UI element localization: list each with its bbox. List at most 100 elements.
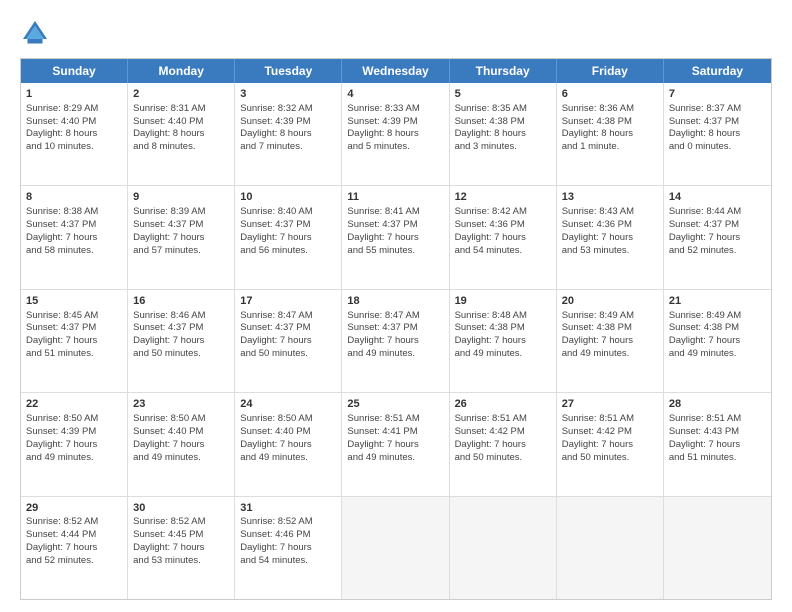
day-number: 30 — [133, 501, 229, 516]
week-row-2: 8Sunrise: 8:38 AM Sunset: 4:37 PM Daylig… — [21, 185, 771, 288]
day-info: Sunrise: 8:52 AM Sunset: 4:46 PM Dayligh… — [240, 516, 312, 565]
day-cell-31: 31Sunrise: 8:52 AM Sunset: 4:46 PM Dayli… — [235, 497, 342, 599]
day-number: 2 — [133, 87, 229, 102]
day-number: 26 — [455, 397, 551, 412]
day-cell-12: 12Sunrise: 8:42 AM Sunset: 4:36 PM Dayli… — [450, 186, 557, 288]
day-info: Sunrise: 8:49 AM Sunset: 4:38 PM Dayligh… — [669, 310, 741, 359]
day-number: 28 — [669, 397, 766, 412]
day-info: Sunrise: 8:40 AM Sunset: 4:37 PM Dayligh… — [240, 206, 312, 255]
day-info: Sunrise: 8:51 AM Sunset: 4:41 PM Dayligh… — [347, 413, 419, 462]
week-row-4: 22Sunrise: 8:50 AM Sunset: 4:39 PM Dayli… — [21, 392, 771, 495]
day-info: Sunrise: 8:31 AM Sunset: 4:40 PM Dayligh… — [133, 103, 205, 152]
day-number: 15 — [26, 294, 122, 309]
day-cell-8: 8Sunrise: 8:38 AM Sunset: 4:37 PM Daylig… — [21, 186, 128, 288]
day-header-sunday: Sunday — [21, 59, 128, 83]
day-cell-3: 3Sunrise: 8:32 AM Sunset: 4:39 PM Daylig… — [235, 83, 342, 185]
day-number: 20 — [562, 294, 658, 309]
day-cell-20: 20Sunrise: 8:49 AM Sunset: 4:38 PM Dayli… — [557, 290, 664, 392]
day-info: Sunrise: 8:37 AM Sunset: 4:37 PM Dayligh… — [669, 103, 741, 152]
day-info: Sunrise: 8:52 AM Sunset: 4:44 PM Dayligh… — [26, 516, 98, 565]
empty-cell — [450, 497, 557, 599]
day-cell-28: 28Sunrise: 8:51 AM Sunset: 4:43 PM Dayli… — [664, 393, 771, 495]
day-cell-10: 10Sunrise: 8:40 AM Sunset: 4:37 PM Dayli… — [235, 186, 342, 288]
day-header-tuesday: Tuesday — [235, 59, 342, 83]
day-number: 14 — [669, 190, 766, 205]
day-number: 24 — [240, 397, 336, 412]
day-number: 7 — [669, 87, 766, 102]
day-number: 31 — [240, 501, 336, 516]
day-cell-16: 16Sunrise: 8:46 AM Sunset: 4:37 PM Dayli… — [128, 290, 235, 392]
day-info: Sunrise: 8:50 AM Sunset: 4:39 PM Dayligh… — [26, 413, 98, 462]
day-cell-13: 13Sunrise: 8:43 AM Sunset: 4:36 PM Dayli… — [557, 186, 664, 288]
day-cell-18: 18Sunrise: 8:47 AM Sunset: 4:37 PM Dayli… — [342, 290, 449, 392]
day-number: 4 — [347, 87, 443, 102]
empty-cell — [664, 497, 771, 599]
day-number: 22 — [26, 397, 122, 412]
day-info: Sunrise: 8:50 AM Sunset: 4:40 PM Dayligh… — [133, 413, 205, 462]
day-info: Sunrise: 8:32 AM Sunset: 4:39 PM Dayligh… — [240, 103, 312, 152]
week-row-3: 15Sunrise: 8:45 AM Sunset: 4:37 PM Dayli… — [21, 289, 771, 392]
day-cell-11: 11Sunrise: 8:41 AM Sunset: 4:37 PM Dayli… — [342, 186, 449, 288]
day-number: 17 — [240, 294, 336, 309]
day-info: Sunrise: 8:45 AM Sunset: 4:37 PM Dayligh… — [26, 310, 98, 359]
day-info: Sunrise: 8:39 AM Sunset: 4:37 PM Dayligh… — [133, 206, 205, 255]
day-info: Sunrise: 8:44 AM Sunset: 4:37 PM Dayligh… — [669, 206, 741, 255]
calendar-body: 1Sunrise: 8:29 AM Sunset: 4:40 PM Daylig… — [21, 83, 771, 599]
day-cell-25: 25Sunrise: 8:51 AM Sunset: 4:41 PM Dayli… — [342, 393, 449, 495]
day-info: Sunrise: 8:29 AM Sunset: 4:40 PM Dayligh… — [26, 103, 98, 152]
empty-cell — [342, 497, 449, 599]
day-number: 13 — [562, 190, 658, 205]
calendar-header: SundayMondayTuesdayWednesdayThursdayFrid… — [21, 59, 771, 83]
day-info: Sunrise: 8:46 AM Sunset: 4:37 PM Dayligh… — [133, 310, 205, 359]
day-number: 25 — [347, 397, 443, 412]
day-number: 29 — [26, 501, 122, 516]
day-cell-17: 17Sunrise: 8:47 AM Sunset: 4:37 PM Dayli… — [235, 290, 342, 392]
day-number: 19 — [455, 294, 551, 309]
day-header-wednesday: Wednesday — [342, 59, 449, 83]
day-number: 23 — [133, 397, 229, 412]
day-cell-4: 4Sunrise: 8:33 AM Sunset: 4:39 PM Daylig… — [342, 83, 449, 185]
day-cell-14: 14Sunrise: 8:44 AM Sunset: 4:37 PM Dayli… — [664, 186, 771, 288]
day-info: Sunrise: 8:33 AM Sunset: 4:39 PM Dayligh… — [347, 103, 419, 152]
day-info: Sunrise: 8:51 AM Sunset: 4:43 PM Dayligh… — [669, 413, 741, 462]
week-row-5: 29Sunrise: 8:52 AM Sunset: 4:44 PM Dayli… — [21, 496, 771, 599]
day-cell-30: 30Sunrise: 8:52 AM Sunset: 4:45 PM Dayli… — [128, 497, 235, 599]
day-cell-2: 2Sunrise: 8:31 AM Sunset: 4:40 PM Daylig… — [128, 83, 235, 185]
day-number: 3 — [240, 87, 336, 102]
day-cell-9: 9Sunrise: 8:39 AM Sunset: 4:37 PM Daylig… — [128, 186, 235, 288]
day-cell-27: 27Sunrise: 8:51 AM Sunset: 4:42 PM Dayli… — [557, 393, 664, 495]
day-number: 9 — [133, 190, 229, 205]
day-cell-1: 1Sunrise: 8:29 AM Sunset: 4:40 PM Daylig… — [21, 83, 128, 185]
day-info: Sunrise: 8:43 AM Sunset: 4:36 PM Dayligh… — [562, 206, 634, 255]
day-number: 6 — [562, 87, 658, 102]
day-cell-5: 5Sunrise: 8:35 AM Sunset: 4:38 PM Daylig… — [450, 83, 557, 185]
day-cell-6: 6Sunrise: 8:36 AM Sunset: 4:38 PM Daylig… — [557, 83, 664, 185]
day-number: 18 — [347, 294, 443, 309]
logo-icon — [20, 18, 50, 48]
day-info: Sunrise: 8:50 AM Sunset: 4:40 PM Dayligh… — [240, 413, 312, 462]
week-row-1: 1Sunrise: 8:29 AM Sunset: 4:40 PM Daylig… — [21, 83, 771, 185]
day-cell-24: 24Sunrise: 8:50 AM Sunset: 4:40 PM Dayli… — [235, 393, 342, 495]
day-cell-15: 15Sunrise: 8:45 AM Sunset: 4:37 PM Dayli… — [21, 290, 128, 392]
day-info: Sunrise: 8:51 AM Sunset: 4:42 PM Dayligh… — [455, 413, 527, 462]
day-info: Sunrise: 8:35 AM Sunset: 4:38 PM Dayligh… — [455, 103, 527, 152]
day-info: Sunrise: 8:47 AM Sunset: 4:37 PM Dayligh… — [347, 310, 419, 359]
day-number: 27 — [562, 397, 658, 412]
day-number: 10 — [240, 190, 336, 205]
day-info: Sunrise: 8:42 AM Sunset: 4:36 PM Dayligh… — [455, 206, 527, 255]
day-cell-29: 29Sunrise: 8:52 AM Sunset: 4:44 PM Dayli… — [21, 497, 128, 599]
day-cell-7: 7Sunrise: 8:37 AM Sunset: 4:37 PM Daylig… — [664, 83, 771, 185]
day-header-friday: Friday — [557, 59, 664, 83]
day-info: Sunrise: 8:51 AM Sunset: 4:42 PM Dayligh… — [562, 413, 634, 462]
day-number: 5 — [455, 87, 551, 102]
day-cell-19: 19Sunrise: 8:48 AM Sunset: 4:38 PM Dayli… — [450, 290, 557, 392]
day-header-monday: Monday — [128, 59, 235, 83]
day-number: 16 — [133, 294, 229, 309]
logo — [20, 18, 54, 48]
empty-cell — [557, 497, 664, 599]
day-cell-22: 22Sunrise: 8:50 AM Sunset: 4:39 PM Dayli… — [21, 393, 128, 495]
day-cell-23: 23Sunrise: 8:50 AM Sunset: 4:40 PM Dayli… — [128, 393, 235, 495]
day-cell-21: 21Sunrise: 8:49 AM Sunset: 4:38 PM Dayli… — [664, 290, 771, 392]
day-info: Sunrise: 8:48 AM Sunset: 4:38 PM Dayligh… — [455, 310, 527, 359]
day-info: Sunrise: 8:49 AM Sunset: 4:38 PM Dayligh… — [562, 310, 634, 359]
